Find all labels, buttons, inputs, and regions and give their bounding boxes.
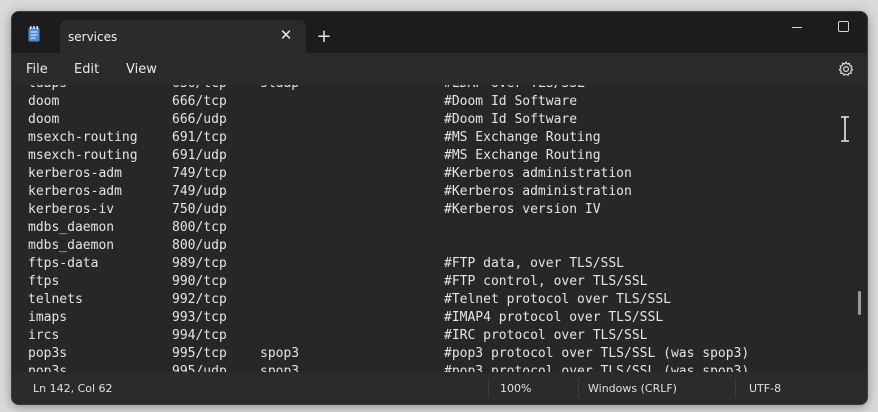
status-bar: Ln 142, Col 62 100% Windows (CRLF) UTF-8 [12,372,867,404]
service-name: ircs [28,328,60,343]
port-protocol: 636/tcp [172,85,227,93]
port-protocol: 800/tcp [172,220,227,235]
tab-services[interactable]: services ✕ [60,20,306,53]
service-name: kerberos-adm [28,166,122,181]
line-comment: #pop3 protocol over TLS/SSL (was spop3) [444,346,750,361]
port-protocol: 990/tcp [172,274,227,289]
service-name: ldaps [28,85,67,93]
tab-title: services [68,30,118,44]
close-tab-icon[interactable]: ✕ [278,27,294,43]
service-alias: spop3 [260,346,300,361]
port-protocol: 800/udp [172,238,227,253]
menu-edit[interactable]: Edit [74,62,99,77]
port-protocol: 666/tcp [172,94,227,109]
line-comment: #MS Exchange Routing [444,148,601,163]
port-protocol: 749/udp [172,184,227,199]
service-name: ftps [28,274,60,289]
zoom-level[interactable]: 100% [500,382,531,395]
service-name: ftps-data [28,256,99,271]
port-protocol: 995/udp [172,364,227,372]
service-name: kerberos-adm [28,184,122,199]
service-name: telnets [28,292,83,307]
line-comment: #MS Exchange Routing [444,130,601,145]
notepad-icon [28,26,40,42]
title-bar[interactable]: services ✕ + [12,12,867,53]
status-divider [488,378,489,398]
notepad-window: services ✕ + File Edit View ldaps 636/tcp… [11,11,868,405]
service-name: kerberos-iv [28,202,115,217]
service-name: pop3s [28,346,68,361]
port-protocol: 989/tcp [172,256,227,271]
encoding[interactable]: UTF-8 [749,382,781,395]
line-comment: #Telnet protocol over TLS/SSL [444,292,671,307]
port-protocol: 995/tcp [172,346,227,361]
service-name: mdbs_daemon [28,238,115,253]
line-comment: #LDAP over TLS/SSL [444,85,585,93]
port-protocol: 691/tcp [172,130,227,145]
port-protocol: 993/tcp [172,310,227,325]
line-ending[interactable]: Windows (CRLF) [588,382,677,395]
port-protocol: 666/udp [172,112,227,127]
text-editor[interactable]: ldaps 636/tcp sldap #LDAP over TLS/SSL doom 6… [12,85,867,372]
line-comment: #Kerberos version IV [444,202,601,217]
line-comment: #Kerberos administration [444,184,632,199]
vertical-scrollbar-thumb[interactable] [858,291,861,315]
line-comment: #FTP data, over TLS/SSL [444,256,625,271]
cursor-position: Ln 142, Col 62 [33,382,113,395]
service-alias: spop3 [260,364,300,372]
new-tab-icon[interactable]: + [314,27,334,47]
line-comment: #Doom Id Software [444,94,578,109]
gear-icon[interactable] [837,60,855,78]
line-comment: #IRC protocol over TLS/SSL [444,328,648,343]
menu-file[interactable]: File [26,62,48,77]
close-window-icon[interactable] [866,12,867,44]
line-comment: #IMAP4 protocol over TLS/SSL [444,310,664,325]
service-name: msexch-routing [28,148,138,163]
line-comment: #Doom Id Software [444,112,578,127]
service-name: pop3s [28,364,68,372]
port-protocol: 750/udp [172,202,227,217]
service-alias: sldap [260,85,299,93]
service-name: mdbs_daemon [28,220,115,235]
status-divider [735,378,736,398]
port-protocol: 691/udp [172,148,227,163]
line-comment: #Kerberos administration [444,166,632,181]
minimize-icon[interactable] [774,12,820,44]
maximize-icon[interactable] [820,12,866,44]
text-cursor-icon [838,116,852,142]
port-protocol: 992/tcp [172,292,227,307]
service-name: imaps [28,310,68,325]
service-name: msexch-routing [28,130,138,145]
port-protocol: 994/tcp [172,328,227,343]
line-comment: #FTP control, over TLS/SSL [444,274,648,289]
menu-bar: File Edit View [12,53,867,85]
line-comment: #pop3 protocol over TLS/SSL (was spop3) [444,364,750,372]
status-divider [578,378,579,398]
service-name: doom [28,112,60,127]
port-protocol: 749/tcp [172,166,227,181]
service-name: doom [28,94,60,109]
menu-view[interactable]: View [126,62,157,77]
